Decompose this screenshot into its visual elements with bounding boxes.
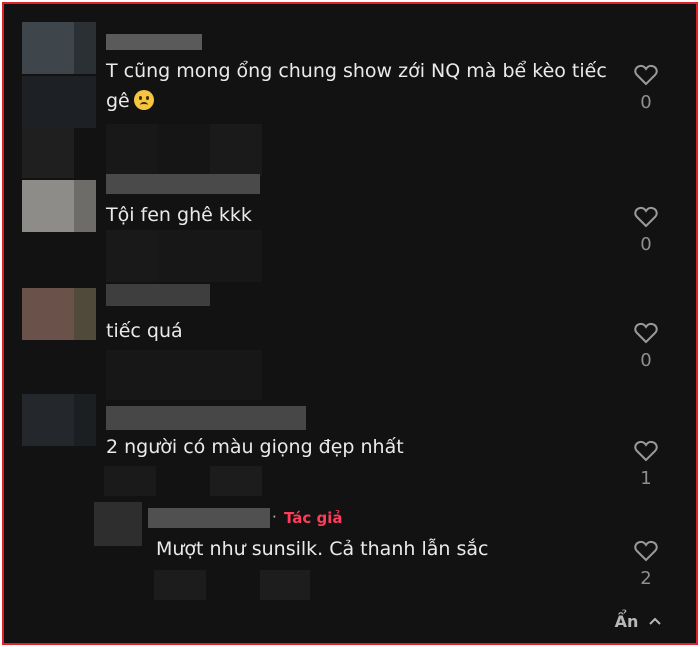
comment-panel: T cũng mong ổng chung show zới NQ mà bể …: [2, 2, 698, 645]
like-button[interactable]: 0: [626, 64, 666, 113]
blurred-meta: [106, 230, 158, 282]
username-blurred[interactable]: [106, 284, 210, 306]
separator-dot: ·: [272, 508, 277, 526]
blurred-meta: [210, 124, 262, 176]
heart-icon: [634, 440, 658, 462]
author-badge: Tác giả: [284, 509, 343, 527]
like-button[interactable]: 0: [626, 322, 666, 371]
like-count: 0: [640, 92, 652, 113]
blurred-meta: [106, 124, 158, 176]
reply-text: Mượt như sunsilk. Cả thanh lẫn sắc: [156, 538, 489, 560]
username-blurred[interactable]: [106, 406, 306, 430]
heart-icon: [634, 540, 658, 562]
comment-text: tiếc quá: [106, 320, 183, 342]
avatar[interactable]: [22, 22, 96, 76]
heart-icon: [634, 322, 658, 344]
like-button[interactable]: 0: [626, 206, 666, 255]
sad-face-emoji-icon: [133, 90, 154, 110]
comment-text: T cũng mong ổng chung show zới NQ mà bể …: [106, 60, 607, 112]
blurred-meta: [106, 350, 262, 400]
blurred-meta: [158, 230, 262, 282]
chevron-up-icon: [649, 617, 661, 625]
like-count: 0: [640, 234, 652, 255]
avatar[interactable]: [22, 180, 96, 232]
avatar[interactable]: [22, 288, 96, 340]
comment-text: Tội fen ghê kkk: [106, 204, 252, 226]
like-button[interactable]: 1: [626, 440, 666, 489]
blurred-meta: [22, 128, 74, 178]
blurred-meta: [210, 466, 262, 496]
like-count: 1: [640, 468, 652, 489]
like-count: 2: [640, 568, 652, 589]
username-blurred[interactable]: [148, 508, 270, 528]
blurred-meta: [104, 466, 156, 496]
heart-icon: [634, 206, 658, 228]
comment-text: 2 người có màu giọng đẹp nhất: [106, 436, 404, 458]
blurred-avatar-strip: [22, 76, 96, 128]
username-blurred[interactable]: [106, 174, 260, 194]
heart-icon: [634, 64, 658, 86]
blurred-meta: [158, 124, 210, 176]
blurred-meta: [260, 570, 310, 600]
hide-replies-label: Ẩn: [614, 612, 639, 631]
username-blurred[interactable]: [106, 34, 202, 50]
blurred-meta: [154, 570, 206, 600]
avatar[interactable]: [94, 502, 142, 546]
like-count: 0: [640, 350, 652, 371]
avatar[interactable]: [22, 394, 96, 446]
like-button[interactable]: 2: [626, 540, 666, 589]
hide-replies-button[interactable]: Ẩn: [615, 612, 662, 631]
